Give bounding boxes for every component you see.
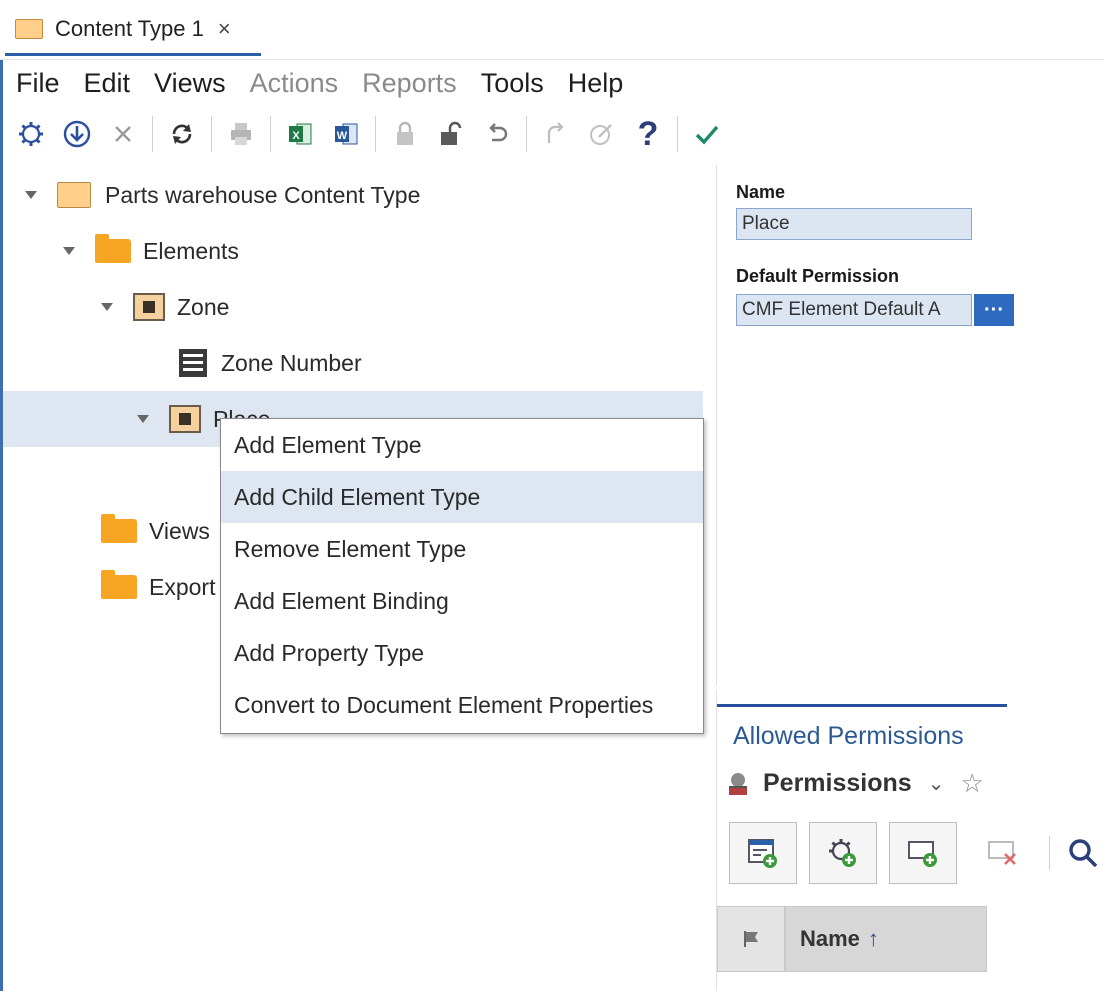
chevron-down-icon[interactable]: ⌄ — [928, 771, 945, 796]
svg-text:W: W — [337, 130, 348, 142]
undo-icon[interactable] — [480, 117, 514, 151]
menu-reports[interactable]: Reports — [362, 68, 457, 99]
content-type-icon — [57, 182, 91, 208]
menu-item-remove-element-type[interactable]: Remove Element Type — [221, 523, 703, 575]
menu-views[interactable]: Views — [154, 68, 226, 99]
toolbar-separator — [526, 116, 527, 152]
toolbar-separator — [677, 116, 678, 152]
property-list-icon — [179, 349, 207, 377]
permissions-icon — [729, 772, 747, 795]
menu-item-add-element-type[interactable]: Add Element Type — [221, 419, 703, 471]
menu-item-add-element-binding[interactable]: Add Element Binding — [221, 575, 703, 627]
add-settings-button[interactable] — [809, 822, 877, 884]
tree-node-label: Zone — [177, 293, 230, 320]
toolbar-separator — [270, 116, 271, 152]
help-icon[interactable]: ? — [631, 115, 665, 153]
menu-bar: File Edit Views Actions Reports Tools He… — [0, 60, 1104, 106]
menu-item-add-child-element-type[interactable]: Add Child Element Type — [221, 471, 703, 523]
menu-edit[interactable]: Edit — [84, 68, 131, 99]
default-permission-label: Default Permission — [736, 266, 900, 286]
permissions-grid-header: Name ↑ — [717, 906, 987, 972]
context-menu: Add Element Type Add Child Element Type … — [220, 418, 704, 734]
sort-ascending-icon: ↑ — [867, 926, 879, 951]
add-permission-button[interactable] — [729, 822, 797, 884]
menu-file[interactable]: File — [16, 68, 60, 99]
element-type-icon — [169, 405, 201, 433]
expand-caret-icon[interactable] — [25, 191, 37, 199]
print-icon[interactable] — [224, 117, 258, 151]
toolbar-separator — [211, 116, 212, 152]
menu-help[interactable]: Help — [568, 68, 624, 99]
folder-icon — [101, 514, 137, 543]
excel-icon[interactable]: X — [283, 117, 317, 151]
word-icon[interactable]: W — [329, 117, 363, 151]
tab-strip: Content Type 1 × — [0, 0, 1104, 60]
menu-actions[interactable]: Actions — [250, 68, 339, 99]
search-icon — [1069, 839, 1098, 868]
panel-tab-indicator — [717, 704, 1007, 707]
toolbar-separator — [152, 116, 153, 152]
window-remove-icon — [988, 841, 1016, 865]
name-label: Name — [736, 182, 786, 202]
svg-text:X: X — [292, 130, 300, 142]
folder-icon — [95, 234, 131, 263]
name-field[interactable]: Place — [736, 208, 972, 240]
redo-icon[interactable] — [539, 117, 573, 151]
allowed-permissions-panel: Allowed Permissions Permissions ⌄ ☆ Name… — [716, 690, 1104, 991]
permissions-view-selector[interactable]: Permissions ⌄ ☆ — [723, 768, 984, 799]
toolbar-separator — [375, 116, 376, 152]
tree-node-root[interactable]: Parts warehouse Content Type — [3, 167, 703, 223]
tree-node-label: Parts warehouse Content Type — [105, 181, 421, 208]
window-add-icon — [908, 841, 937, 867]
browse-button[interactable]: ··· — [974, 294, 1014, 326]
properties-panel: Name Place Default Permission CMF Elemen… — [716, 165, 1104, 685]
add-table-icon — [748, 839, 777, 868]
folder-icon — [101, 570, 137, 599]
tab-content-type-1[interactable]: Content Type 1 × — [5, 4, 261, 56]
expand-caret-icon[interactable] — [63, 247, 75, 255]
permissions-toolbar — [717, 822, 1102, 884]
add-window-button[interactable] — [889, 822, 957, 884]
lock-icon[interactable] — [388, 117, 422, 151]
default-permission-field[interactable]: CMF Element Default A — [736, 294, 972, 326]
download-icon[interactable] — [60, 117, 94, 151]
menu-tools[interactable]: Tools — [481, 68, 544, 99]
element-type-icon — [133, 293, 165, 321]
toolbar-separator — [1049, 836, 1050, 870]
gear-icon[interactable] — [14, 117, 48, 151]
menu-item-add-property-type[interactable]: Add Property Type — [221, 627, 703, 679]
tab-label: Content Type 1 — [55, 15, 204, 41]
expand-caret-icon[interactable] — [137, 415, 149, 423]
search-button[interactable] — [1062, 822, 1102, 884]
toolbar: X W ? — [0, 108, 1104, 160]
name-column-label: Name — [800, 926, 860, 951]
tree-node-label: Zone Number — [221, 349, 362, 376]
name-column-header[interactable]: Name ↑ — [785, 906, 987, 972]
edit-check-icon[interactable] — [585, 117, 619, 151]
tree-node-elements[interactable]: Elements — [3, 223, 703, 279]
tree-node-label: Export — [149, 573, 216, 600]
tab-close-icon[interactable]: × — [218, 16, 231, 42]
flag-icon — [744, 931, 758, 947]
expand-caret-icon[interactable] — [101, 303, 113, 311]
gear-add-icon — [829, 839, 856, 867]
tree-node-zone[interactable]: Zone — [3, 279, 703, 335]
tree-node-label: Elements — [143, 237, 239, 264]
unlock-icon[interactable] — [434, 117, 468, 151]
refresh-icon[interactable] — [165, 117, 199, 151]
checkmark-icon[interactable] — [690, 117, 724, 151]
menu-item-convert-to-document-element-properties[interactable]: Convert to Document Element Properties — [221, 679, 703, 731]
content-type-icon — [15, 18, 43, 39]
permissions-label: Permissions — [763, 769, 912, 797]
tree-node-zone-number[interactable]: Zone Number — [3, 335, 703, 391]
flag-column-header[interactable] — [717, 906, 785, 972]
close-icon[interactable] — [106, 117, 140, 151]
remove-permission-button[interactable] — [969, 822, 1037, 884]
star-icon[interactable]: ☆ — [960, 768, 983, 799]
allowed-permissions-title[interactable]: Allowed Permissions — [733, 722, 964, 751]
tree-node-label: Views — [149, 517, 210, 544]
